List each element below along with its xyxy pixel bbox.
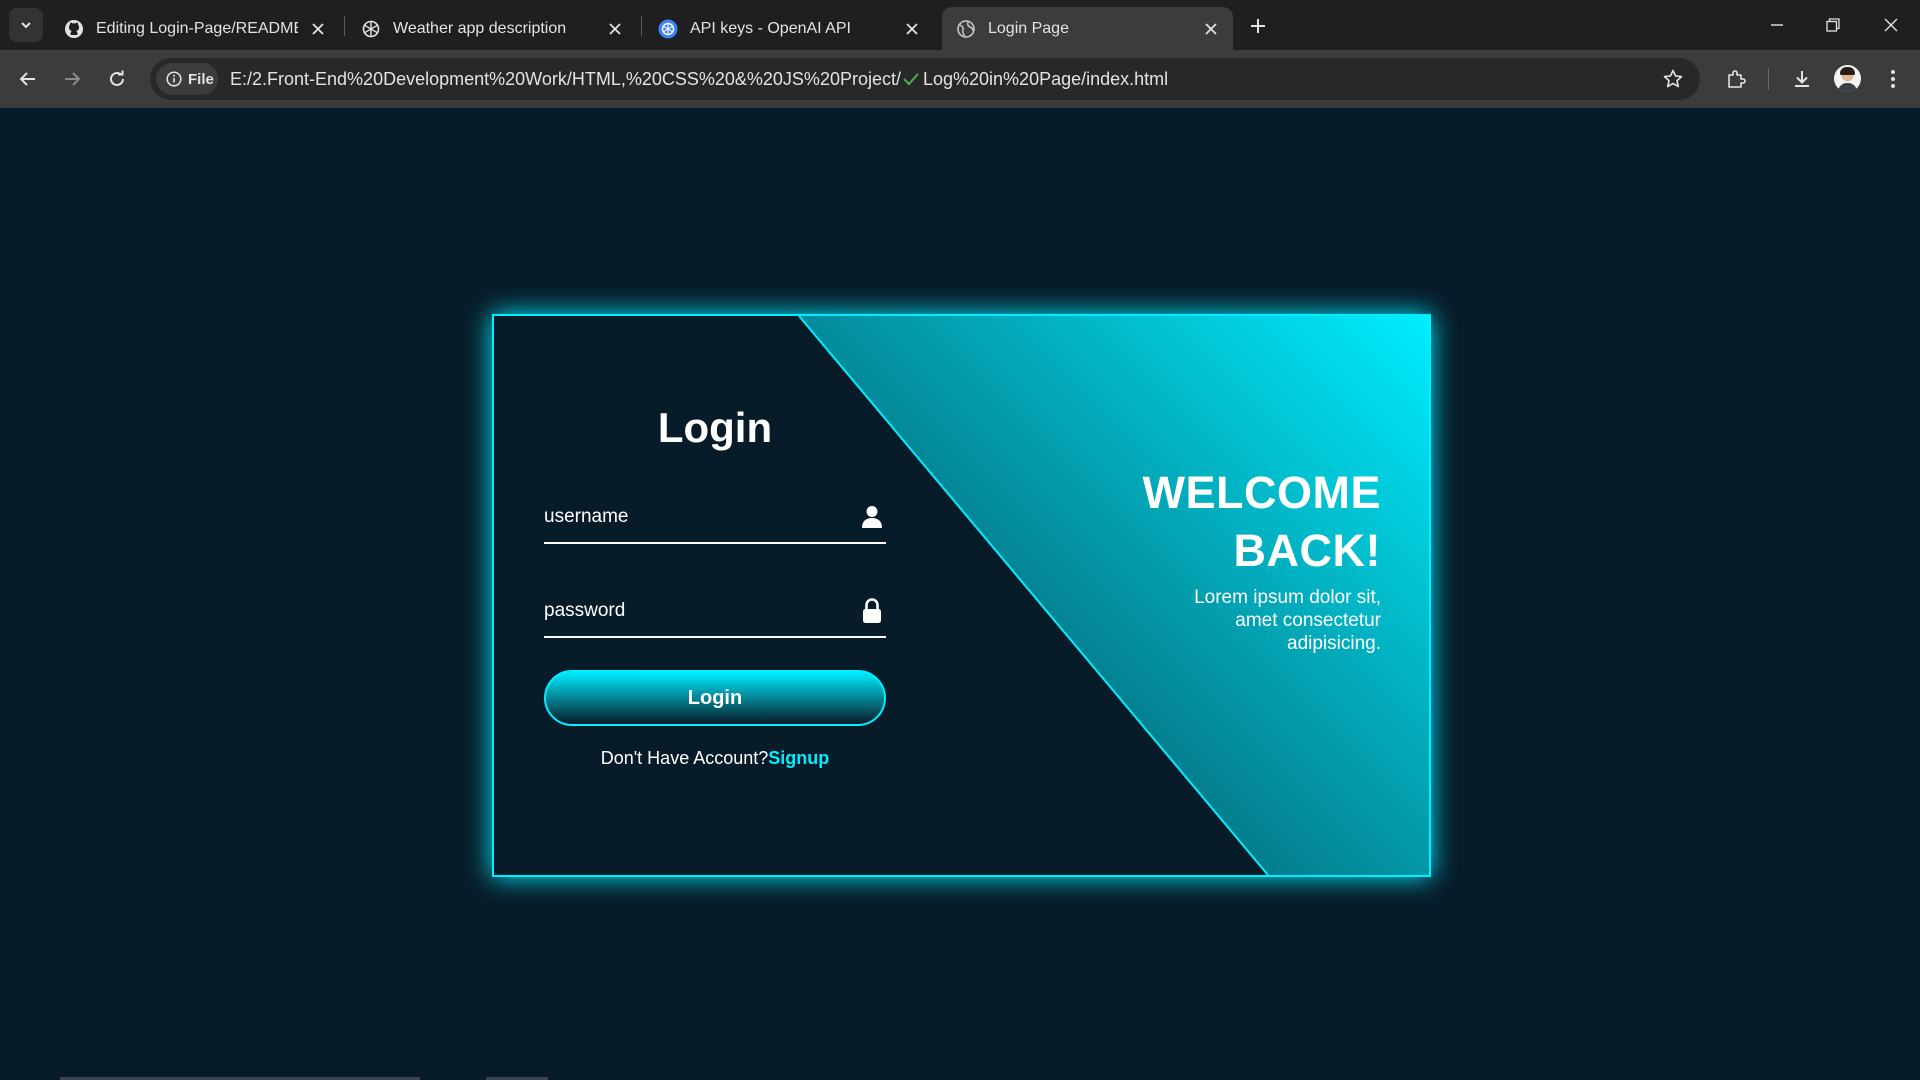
close-tab-icon[interactable] xyxy=(603,17,627,41)
globe-icon xyxy=(957,19,975,38)
welcome-heading: WELCOME BACK! xyxy=(1051,464,1381,580)
tab-divider xyxy=(641,16,642,36)
checkmark-icon xyxy=(903,73,919,86)
welcome-heading-line1: WELCOME xyxy=(1142,467,1381,518)
bookmark-star-button[interactable] xyxy=(1660,66,1686,92)
address-bar[interactable]: File E:/2.Front-End%20Development%20Work… xyxy=(150,58,1700,100)
tab-title: Login Page xyxy=(988,19,1069,37)
minimize-icon xyxy=(1771,24,1783,26)
forward-arrow-icon xyxy=(65,72,81,86)
tab-readme[interactable]: Editing Login-Page/README.m xyxy=(50,7,340,50)
tab-search-button[interactable] xyxy=(9,8,43,42)
info-icon xyxy=(166,71,182,87)
openai-icon xyxy=(362,20,380,37)
account-prompt-text: Don't Have Account? xyxy=(600,748,769,768)
username-input[interactable] xyxy=(544,492,834,542)
close-tab-icon[interactable] xyxy=(306,17,330,41)
back-arrow-icon xyxy=(19,72,35,86)
extensions-button[interactable] xyxy=(1722,65,1750,93)
password-input[interactable] xyxy=(544,586,834,636)
star-icon xyxy=(1663,69,1683,88)
login-card: Login Login Don't Have Account?Signup WE… xyxy=(492,314,1431,877)
username-field-group xyxy=(544,492,886,544)
signup-prompt: Don't Have Account?Signup xyxy=(544,748,886,769)
plus-icon xyxy=(1251,19,1265,33)
minimize-button[interactable] xyxy=(1762,10,1792,40)
site-info-chip[interactable]: File xyxy=(156,63,218,95)
back-button[interactable] xyxy=(14,65,42,93)
new-tab-button[interactable] xyxy=(1245,13,1271,39)
tab-title: API keys - OpenAI API xyxy=(690,19,851,37)
openai-api-icon xyxy=(658,19,678,38)
signup-link[interactable]: Signup xyxy=(768,748,829,768)
tab-weather[interactable]: Weather app description xyxy=(347,7,637,50)
password-field-group xyxy=(544,586,886,638)
user-icon xyxy=(860,504,884,530)
welcome-text-line3: adipisicing. xyxy=(1287,633,1381,654)
reload-icon xyxy=(110,70,124,86)
github-icon xyxy=(65,19,83,38)
tab-strip: Editing Login-Page/README.m Weather app … xyxy=(0,0,1920,50)
lock-icon xyxy=(860,598,884,624)
tab-login-page[interactable]: Login Page xyxy=(942,7,1233,50)
welcome-text-line2: amet consectetur xyxy=(1235,610,1381,631)
welcome-text-line1: Lorem ipsum dolor sit, xyxy=(1194,587,1381,608)
browser-toolbar: File E:/2.Front-End%20Development%20Work… xyxy=(0,50,1920,108)
profile-avatar[interactable] xyxy=(1834,65,1861,92)
reload-button[interactable] xyxy=(103,65,131,93)
forward-button[interactable] xyxy=(58,65,86,93)
tab-api-keys[interactable]: API keys - OpenAI API xyxy=(644,7,934,50)
restore-button[interactable] xyxy=(1818,10,1848,40)
restore-icon xyxy=(1826,18,1840,32)
welcome-panel: WELCOME BACK! Lorem ipsum dolor sit, ame… xyxy=(1051,464,1381,655)
tab-title: Editing Login-Page/README.m xyxy=(96,19,298,37)
login-button[interactable]: Login xyxy=(544,670,886,726)
chip-label: File xyxy=(188,70,214,88)
tab-title: Weather app description xyxy=(393,19,567,37)
welcome-heading-line2: BACK! xyxy=(1233,525,1381,576)
tab-divider xyxy=(344,16,345,36)
close-tab-icon[interactable] xyxy=(900,17,924,41)
close-window-button[interactable] xyxy=(1876,10,1906,40)
url-text[interactable]: E:/2.Front-End%20Development%20Work/HTML… xyxy=(230,58,1168,100)
download-icon xyxy=(1795,71,1809,87)
menu-button[interactable] xyxy=(1879,65,1907,93)
puzzle-icon xyxy=(1728,70,1746,88)
chevron-down-icon xyxy=(21,22,31,29)
kebab-menu-icon xyxy=(1891,70,1895,88)
downloads-button[interactable] xyxy=(1788,65,1816,93)
login-title: Login xyxy=(657,404,773,451)
close-icon xyxy=(1884,18,1898,32)
url-part-2: Log%20in%20Page/index.html xyxy=(922,69,1169,89)
toolbar-divider xyxy=(1768,68,1769,90)
url-part-1: E:/2.Front-End%20Development%20Work/HTML… xyxy=(230,69,901,89)
welcome-text: Lorem ipsum dolor sit, amet consectetur … xyxy=(1051,586,1381,655)
close-tab-icon[interactable] xyxy=(1199,17,1223,41)
